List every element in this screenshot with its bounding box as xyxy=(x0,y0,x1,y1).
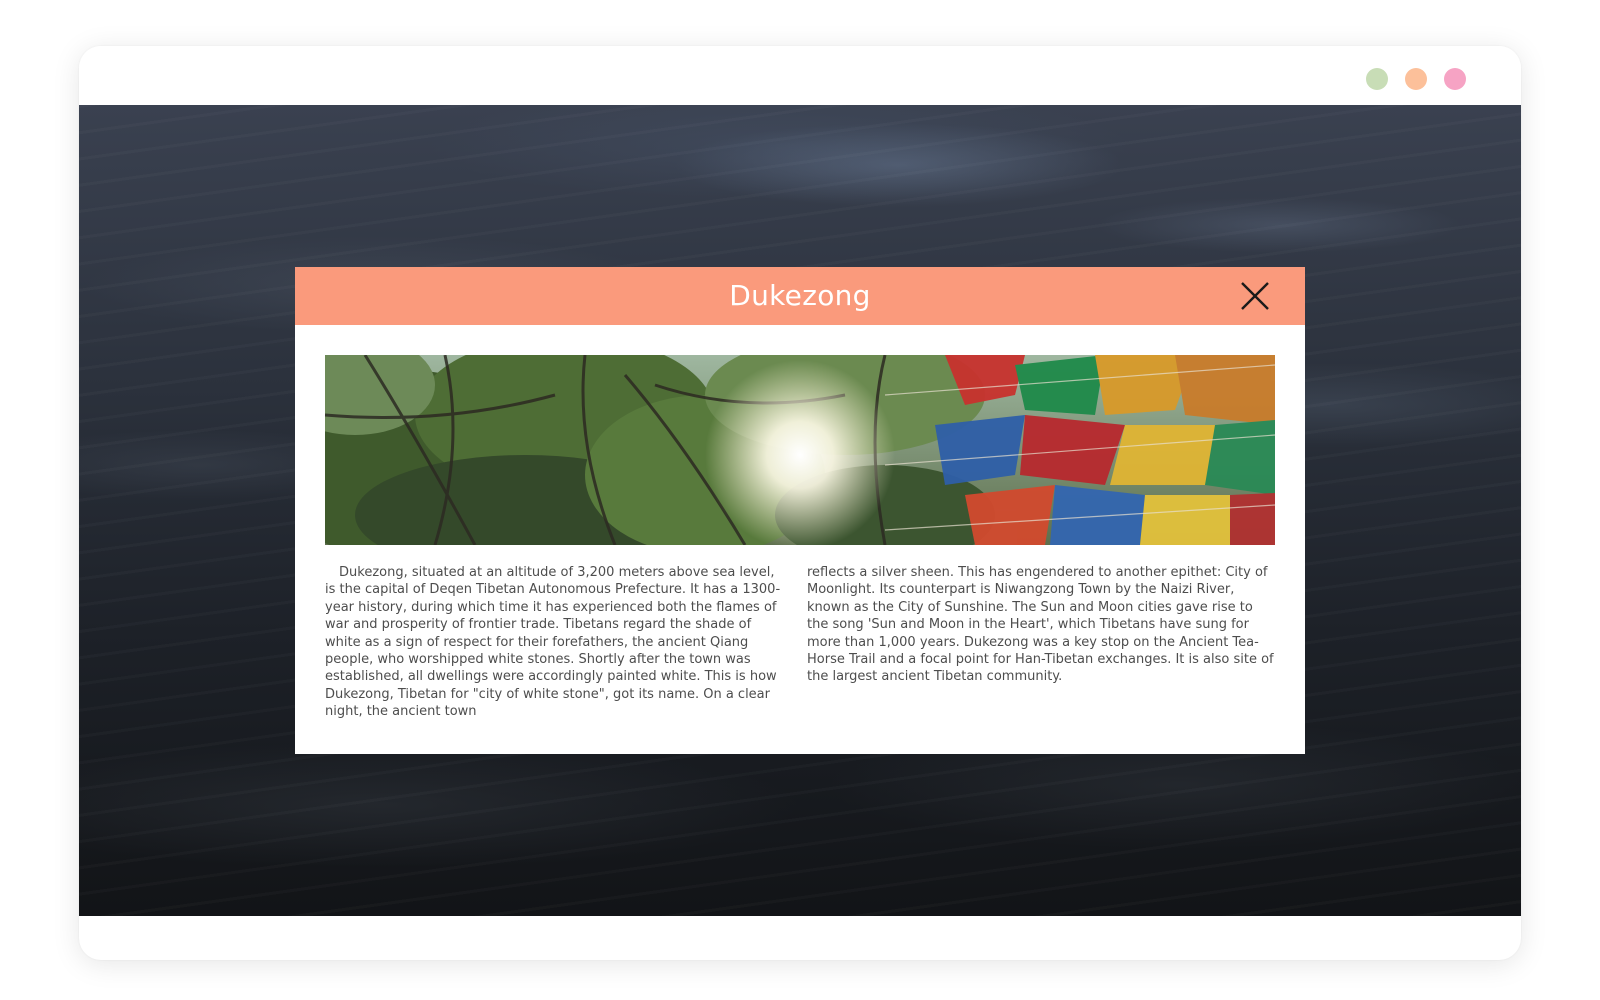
window-control-pink[interactable] xyxy=(1444,68,1466,90)
window-titlebar xyxy=(79,46,1521,105)
browser-window: Dukezong Dukezong, situated at an altitu… xyxy=(79,46,1521,960)
modal-content: Dukezong, situated at an altitude of 3,2… xyxy=(325,564,1275,724)
modal-header: Dukezong xyxy=(295,267,1305,325)
page-viewport: Dukezong Dukezong, situated at an altitu… xyxy=(79,105,1521,916)
banner-image xyxy=(325,355,1275,545)
description-right-column: reflects a silver sheen. This has engend… xyxy=(807,565,1274,685)
close-button[interactable] xyxy=(1239,280,1271,312)
window-control-orange[interactable] xyxy=(1405,68,1427,90)
prayer-flags-trees-photo xyxy=(325,355,1275,545)
description-left-column: Dukezong, situated at an altitude of 3,2… xyxy=(325,565,781,720)
modal-title: Dukezong xyxy=(729,279,871,312)
window-control-green[interactable] xyxy=(1366,68,1388,90)
close-icon xyxy=(1241,282,1269,310)
info-modal: Dukezong Dukezong, situated at an altitu… xyxy=(295,267,1305,754)
